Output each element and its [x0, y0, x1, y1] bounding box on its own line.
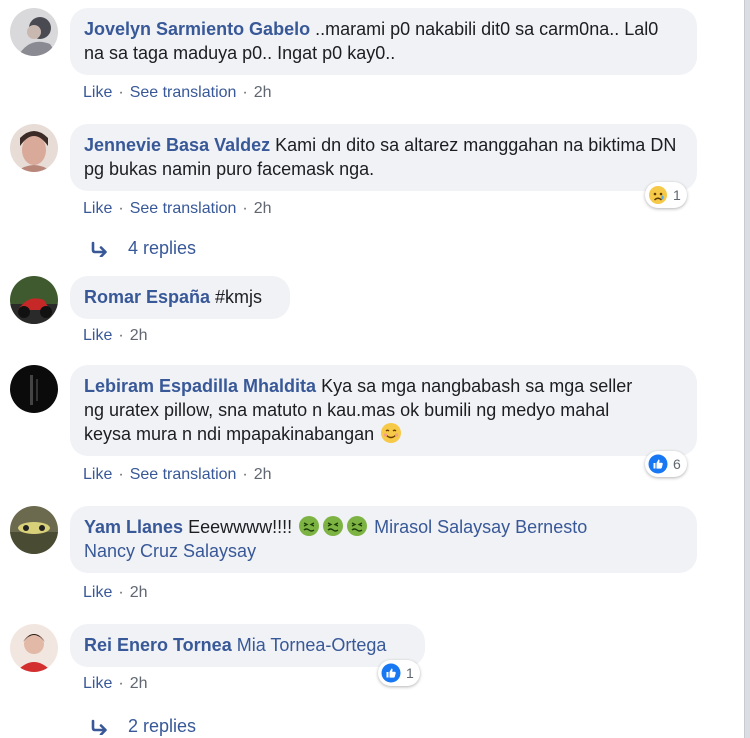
author-name[interactable]: Jovelyn Sarmiento Gabelo [84, 19, 310, 39]
comment-bubble: Jennevie Basa Valdez Kami dn dito sa alta… [70, 124, 697, 191]
author-name[interactable]: Lebiram Espadilla Mhaldita [84, 376, 316, 396]
comment-bubble: Rei Enero Tornea Mia Tornea-Ortega [70, 624, 425, 667]
separator: · [118, 466, 124, 483]
like-thumb-icon [381, 663, 401, 683]
window-edge [744, 0, 750, 738]
mention-link[interactable]: Mia Tornea-Ortega [237, 635, 387, 655]
avatar[interactable] [10, 365, 58, 413]
comment-actions: Like · See translation · 2h [83, 466, 272, 484]
comment-text-line1: Kya sa mga nangbabash sa mga seller [321, 376, 633, 396]
comment-actions: Like · See translation · 2h [83, 84, 272, 102]
timestamp[interactable]: 2h [130, 675, 148, 692]
nauseated-face-icon [323, 516, 344, 536]
author-name[interactable]: Jennevie Basa Valdez [84, 135, 270, 155]
avatar[interactable] [10, 506, 58, 554]
sad-face-icon [649, 186, 667, 204]
reaction-count: 1 [406, 665, 414, 681]
see-translation-link[interactable]: See translation [130, 466, 237, 483]
view-replies-button[interactable]: 4 replies [90, 238, 196, 259]
comment-actions: Like · 2h [83, 584, 147, 602]
comment-text: #kmjs [215, 287, 263, 307]
like-button[interactable]: Like [83, 675, 112, 692]
replies-label: 4 replies [128, 238, 197, 258]
timestamp[interactable]: 2h [130, 584, 148, 601]
separator: · [118, 327, 124, 344]
reaction-count: 1 [673, 187, 681, 203]
reaction-count: 6 [673, 456, 681, 472]
separator: · [118, 84, 124, 101]
reaction-badge[interactable]: 1 [378, 660, 420, 686]
avatar[interactable] [10, 276, 58, 324]
author-name[interactable]: Yam Llanes [84, 517, 183, 537]
avatar[interactable] [10, 624, 58, 672]
separator: · [118, 200, 124, 217]
author-name[interactable]: Rei Enero Tornea [84, 635, 232, 655]
nauseated-face-icon [299, 516, 320, 536]
nauseated-face-icon [347, 516, 368, 536]
like-thumb-icon [648, 454, 668, 474]
timestamp[interactable]: 2h [254, 84, 272, 101]
see-translation-link[interactable]: See translation [130, 200, 237, 217]
comment-bubble: Jovelyn Sarmiento Gabelo ..marami p0 naka… [70, 8, 697, 75]
comment-text-line2: ng uratex pillow, sna matuto n kau.mas o… [84, 400, 610, 420]
comment-actions: Like · 2h [83, 327, 147, 345]
like-button[interactable]: Like [83, 84, 112, 101]
like-button[interactable]: Like [83, 200, 112, 217]
reaction-badge[interactable]: 1 [645, 182, 687, 208]
separator: · [242, 200, 248, 217]
avatar[interactable] [10, 8, 58, 56]
mention-link[interactable]: Mirasol Salaysay Bernesto [374, 517, 587, 537]
separator: · [242, 84, 248, 101]
like-button[interactable]: Like [83, 327, 112, 344]
comment-text-line3: keysa mura n ndi mpapakinabangan [84, 424, 375, 444]
view-replies-button[interactable]: 2 replies [90, 716, 196, 737]
comment-actions: Like · 2h [83, 675, 147, 693]
reaction-badge[interactable]: 6 [645, 451, 687, 477]
mention-link[interactable]: Nancy Cruz Salaysay [84, 541, 256, 561]
comment-actions: Like · See translation · 2h [83, 200, 272, 218]
reply-arrow-icon [91, 719, 107, 735]
reply-arrow-icon [91, 241, 107, 257]
timestamp[interactable]: 2h [254, 466, 272, 483]
comment-bubble: Yam Llanes Eeewwww!!!! Mirasol Salaysay B… [70, 506, 697, 573]
author-name[interactable]: Romar España [84, 287, 210, 307]
see-translation-link[interactable]: See translation [130, 84, 237, 101]
like-button[interactable]: Like [83, 584, 112, 601]
timestamp[interactable]: 2h [130, 327, 148, 344]
avatar[interactable] [10, 124, 58, 172]
smiling-face-icon [381, 423, 402, 443]
replies-label: 2 replies [128, 716, 197, 736]
timestamp[interactable]: 2h [254, 200, 272, 217]
comment-bubble: Romar España #kmjs [70, 276, 290, 319]
separator: · [118, 584, 124, 601]
comment-bubble: Lebiram Espadilla Mhaldita Kya sa mga nan… [70, 365, 697, 456]
separator: · [118, 675, 124, 692]
like-button[interactable]: Like [83, 466, 112, 483]
separator: · [242, 466, 248, 483]
comment-text: Eeewwww!!!! [188, 517, 293, 537]
